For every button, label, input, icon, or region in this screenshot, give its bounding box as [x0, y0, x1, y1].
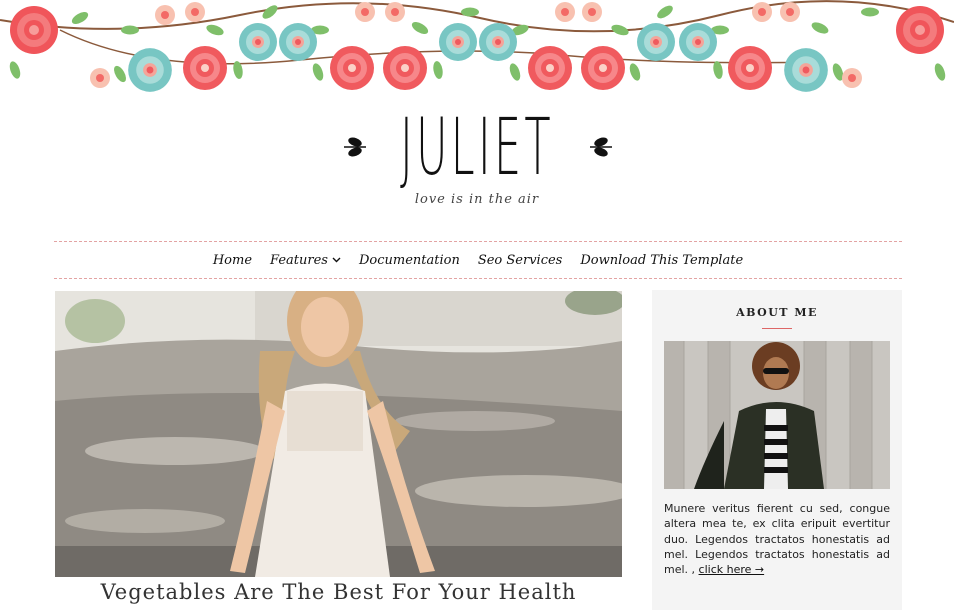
main-navigation: Home Features Documentation Seo Services… [54, 241, 902, 279]
chevron-down-icon [332, 257, 341, 263]
site-title[interactable]: JULIET [215, 106, 740, 190]
floral-garland-decoration [0, 0, 954, 92]
site-logo[interactable]: JULIET love is in the air [0, 100, 954, 215]
nav-item-features-label: Features [270, 252, 328, 268]
about-me-description: Munere veritus fierent cu sed, congue al… [664, 501, 890, 577]
leaf-ornament-right-icon [590, 137, 612, 157]
nav-item-features[interactable]: Features [270, 253, 341, 268]
about-me-photo [664, 341, 890, 489]
leaf-ornament-left-icon [344, 137, 366, 157]
click-here-link[interactable]: click here → [699, 563, 765, 576]
post-title[interactable]: Vegetables Are The Best For Your Health [55, 580, 622, 610]
featured-post-image[interactable] [55, 291, 622, 577]
widget-title-underline [762, 328, 792, 329]
about-me-widget: ABOUT ME Munere veritus fierent cu sed, … [652, 290, 902, 610]
nav-item-seo-services[interactable]: Seo Services [478, 253, 563, 268]
nav-item-home[interactable]: Home [213, 253, 252, 268]
nav-item-documentation[interactable]: Documentation [359, 253, 460, 268]
widget-title: ABOUT ME [736, 306, 818, 319]
nav-item-download-template[interactable]: Download This Template [580, 253, 743, 268]
site-tagline: love is in the air [414, 192, 540, 207]
